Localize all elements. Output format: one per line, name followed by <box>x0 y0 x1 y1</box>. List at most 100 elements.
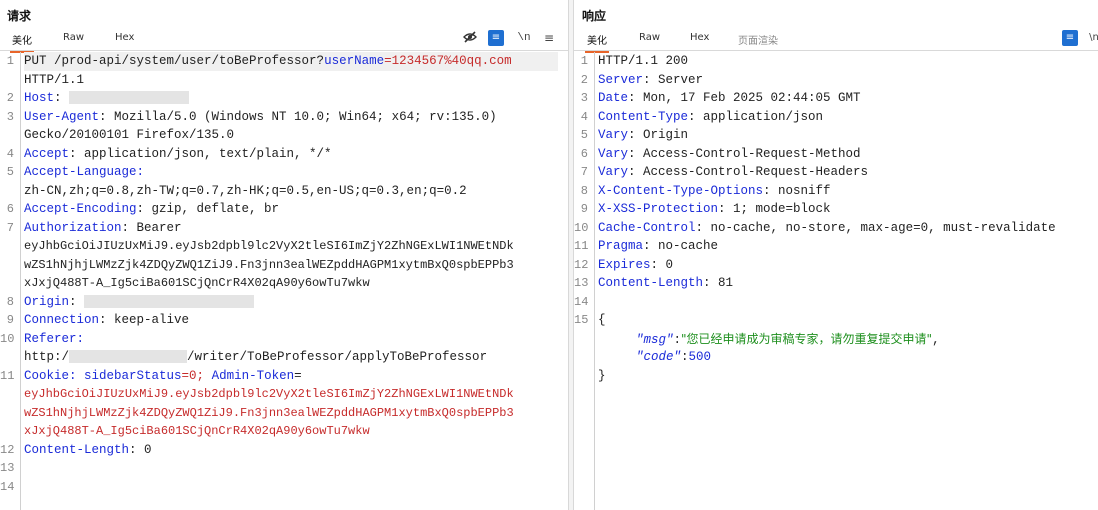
header-value: : 81 <box>703 276 734 290</box>
line-number: 14 <box>0 479 15 494</box>
request-editor[interactable]: 1 2 3 4 5 6 7 8 9 10 11 12 13 14 PUT /pr… <box>0 52 568 510</box>
header-value: : no-cache, no-store, max-age=0, must-re… <box>695 220 1056 235</box>
header-value: : nosniff <box>763 183 831 198</box>
header-key: X-XSS-Protection <box>598 202 719 216</box>
line-number: 5 <box>580 128 588 142</box>
response-gutter: 1 2 3 4 5 6 7 8 9 10 11 12 13 14 15 <box>574 52 595 510</box>
show-newlines-icon[interactable]: \n <box>516 30 532 46</box>
header-key: Accept-Language <box>24 165 137 179</box>
token-line: wZS1hNjhjLWMzZjk4ZDQyZWQ1ZiJ9.Fn3jnn3eal… <box>24 257 514 272</box>
header-value: : keep-alive <box>99 313 190 327</box>
request-line: PUT /prod-api/system/user/toBeProfessor?… <box>24 52 558 71</box>
header-value: : Access-Control-Request-Method <box>628 146 861 161</box>
line-number: 4 <box>6 146 14 161</box>
header-value: : Mozilla/5.0 (Windows NT 10.0; Win64; x… <box>99 109 497 124</box>
response-editor[interactable]: 1 2 3 4 5 6 7 8 9 10 11 12 13 14 15 HTTP… <box>574 52 1098 510</box>
line-number: 1 <box>580 54 588 68</box>
header-key: Date <box>598 91 629 105</box>
header-key: Authorization <box>24 220 122 235</box>
json-number-value: 500 <box>688 350 712 364</box>
request-tab-pretty[interactable]: 美化 <box>10 32 34 53</box>
line-number: 9 <box>6 313 14 327</box>
wrap-lines-icon[interactable]: ≡ <box>1062 30 1078 46</box>
json-colon: : <box>681 350 689 364</box>
line-number: 14 <box>574 294 589 309</box>
header-key: Vary <box>598 146 629 161</box>
header-value: : 1; mode=block <box>718 202 831 216</box>
redacted-block <box>69 350 188 364</box>
url-prefix: http:/ <box>24 350 70 364</box>
response-title: 响应 <box>582 9 607 23</box>
menu-icon[interactable]: ≡ <box>541 30 557 46</box>
header-content-type: Content-Type: application/json <box>598 108 823 127</box>
line-number: 10 <box>574 220 589 235</box>
response-tab-hex[interactable]: Hex <box>688 32 711 47</box>
header-user-agent: User-Agent: Mozilla/5.0 (Windows NT 10.0… <box>24 108 497 127</box>
redacted-block <box>69 91 190 105</box>
request-tab-hex[interactable]: Hex <box>113 32 136 47</box>
header-key: Connection <box>24 313 100 327</box>
show-newlines-icon[interactable]: \n <box>1086 30 1098 46</box>
line-number: 10 <box>0 331 15 346</box>
header-value: : no-cache <box>643 239 719 253</box>
header-key: Pragma <box>598 239 644 253</box>
header-cookie: Cookie: sidebarStatus=0; Admin-Token= <box>24 367 302 386</box>
json-close-brace: } <box>598 368 606 383</box>
json-comma: , <box>932 332 940 347</box>
header-value: : Origin <box>628 128 689 142</box>
line-number: 13 <box>0 461 15 475</box>
header-key: Origin <box>24 294 70 309</box>
cookie-token-line: xJxjQ488T-A_Ig5ciBa601SCjQnCrR4X02qA90y6… <box>24 424 370 438</box>
line-number: 12 <box>0 442 15 457</box>
header-value: : 0 <box>129 442 152 457</box>
cookie-name: Admin-Token <box>211 368 295 383</box>
json-msg-line: "msg":"您已经申请成为审稿专家，请勿重复提交申请", <box>636 330 940 350</box>
header-key: Cache-Control <box>598 220 696 235</box>
request-pane: 请求 美化 Raw Hex ≡ \n ≡ 1 2 3 4 5 6 7 8 9 1… <box>0 0 568 510</box>
line-number: 6 <box>6 202 14 216</box>
json-colon: : <box>673 332 682 347</box>
response-tabbar: 美化 Raw Hex 页面渲染 ≡ \n <box>574 29 1098 53</box>
header-key: Expires <box>598 257 651 272</box>
header-value: : 0 <box>650 257 674 272</box>
wrap-lines-icon[interactable]: ≡ <box>488 30 504 46</box>
header-key: Server <box>598 72 644 87</box>
token-line: eyJhbGciOiJIUzUxMiJ9.eyJsb2dpbl9lc2VyX2t… <box>24 239 514 253</box>
header-value: : Server <box>643 72 704 87</box>
header-key: Host <box>24 91 55 105</box>
header-accept: Accept: application/json, text/plain, */… <box>24 145 332 164</box>
header-continuation: http:/ /writer/ToBeProfessor/applyToBePro… <box>24 348 487 367</box>
json-string-value: "您已经申请成为审稿专家，请勿重复提交申请" <box>681 331 933 346</box>
header-value: : application/json <box>688 109 824 124</box>
header-content-length: Content-Length: 0 <box>24 441 152 460</box>
response-tab-pretty[interactable]: 美化 <box>585 32 609 53</box>
line-number: 4 <box>580 109 588 124</box>
header-accept-encoding: Accept-Encoding: gzip, deflate, br <box>24 200 279 219</box>
request-gutter: 1 2 3 4 5 6 7 8 9 10 11 12 13 14 <box>0 52 21 510</box>
response-tab-raw[interactable]: Raw <box>637 32 662 47</box>
header-value: : application/json, text/plain, */* <box>69 146 332 161</box>
header-key: Cookie <box>24 368 70 383</box>
eye-slash-icon[interactable] <box>462 30 478 46</box>
line-number: 8 <box>580 183 588 198</box>
header-value: : Mon, 17 Feb 2025 02:44:05 GMT <box>628 91 861 105</box>
line-number: 5 <box>6 165 14 179</box>
line-number: 2 <box>6 91 14 105</box>
line-number: 3 <box>580 91 588 105</box>
cookie-name: : sidebarStatus <box>69 368 182 383</box>
header-server: Server: Server <box>598 71 703 90</box>
header-pragma: Pragma: no-cache <box>598 237 718 256</box>
line-number: 7 <box>580 165 588 179</box>
header-origin: Origin: <box>24 293 255 312</box>
line-number: 13 <box>574 276 589 290</box>
line-number: 3 <box>6 109 14 124</box>
request-tab-raw[interactable]: Raw <box>61 32 86 47</box>
cookie-token-line: eyJhbGciOiJIUzUxMiJ9.eyJsb2dpbl9lc2VyX2t… <box>24 387 514 401</box>
header-accept-language: Accept-Language: <box>24 165 145 179</box>
equals-sign: = <box>294 368 302 383</box>
cookie-value: =0; <box>181 368 212 383</box>
response-tab-render[interactable]: 页面渲染 <box>736 32 780 51</box>
header-x-content-type-options: X-Content-Type-Options: nosniff <box>598 182 831 201</box>
line-number: 7 <box>6 220 14 235</box>
status-line: HTTP/1.1 200 <box>598 54 689 68</box>
